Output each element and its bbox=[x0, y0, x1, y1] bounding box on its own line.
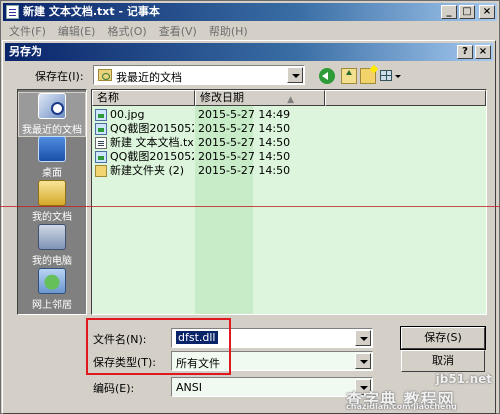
file-date: 2015-5-27 14:50 bbox=[198, 164, 291, 177]
place-label: 我最近的文档 bbox=[22, 125, 82, 136]
file-date: 2015-5-27 14:50 bbox=[198, 122, 291, 135]
menu-format[interactable]: 格式(O) bbox=[107, 23, 146, 39]
file-name: 00.jpg bbox=[110, 108, 145, 121]
place-desktop[interactable]: 桌面 bbox=[18, 136, 86, 179]
file-row[interactable]: QQ截图2015052... 2015-5-27 14:50 bbox=[94, 122, 324, 136]
notepad-title: 新建 文本文档.txt - 记事本 bbox=[23, 5, 160, 18]
place-label: 我的电脑 bbox=[32, 256, 72, 267]
watermark: jb51.net 查字典 教程网 chazidian.com jiaocheng bbox=[346, 372, 496, 412]
place-label: 我的文档 bbox=[32, 212, 72, 223]
minimize-button[interactable]: _ bbox=[441, 5, 457, 19]
chevron-down-icon[interactable] bbox=[355, 330, 371, 346]
my-documents-icon bbox=[38, 180, 66, 206]
image-file-icon bbox=[95, 123, 107, 135]
desktop-icon bbox=[38, 136, 66, 162]
places-bar: 我最近的文档 桌面 我的文档 我的电脑 网上邻居 bbox=[17, 89, 87, 315]
up-folder-icon[interactable] bbox=[341, 68, 357, 84]
watermark-sub: chazidian.com jiaocheng bbox=[346, 402, 457, 411]
filetype-dropdown[interactable]: 所有文件 bbox=[171, 351, 373, 371]
new-folder-icon[interactable] bbox=[360, 68, 376, 84]
file-row[interactable]: QQ截图2015052... 2015-5-27 14:50 bbox=[94, 150, 324, 164]
place-label: 桌面 bbox=[42, 168, 62, 179]
save-in-value: 我最近的文档 bbox=[116, 71, 182, 84]
recent-docs-icon bbox=[38, 93, 66, 119]
folder-icon bbox=[95, 165, 107, 177]
file-name: 新建 文本文档.txt bbox=[110, 136, 194, 149]
back-icon[interactable] bbox=[319, 68, 335, 84]
recent-folder-icon bbox=[98, 69, 112, 81]
save-as-dialog: 另存为 ? × 保存在(I): 我最近的文档 我最近的文档 桌面 我的文档 我的… bbox=[2, 40, 496, 414]
chevron-down-icon[interactable] bbox=[355, 353, 371, 369]
image-file-icon bbox=[95, 151, 107, 163]
file-date: 2015-5-27 14:49 bbox=[198, 108, 291, 121]
image-file-icon bbox=[95, 109, 107, 121]
filename-label: 文件名(N): bbox=[93, 333, 147, 346]
filename-input[interactable]: dfst.dll bbox=[171, 328, 373, 348]
save-in-label: 保存在(I): bbox=[35, 70, 84, 83]
notepad-app-icon bbox=[6, 5, 19, 19]
file-row[interactable]: 新建 文本文档.txt 2015-5-27 14:50 bbox=[94, 136, 324, 150]
chevron-down-icon[interactable] bbox=[287, 67, 303, 83]
close-button[interactable]: × bbox=[479, 5, 495, 19]
encoding-dropdown[interactable]: ANSI bbox=[171, 377, 373, 397]
dialog-close-button[interactable]: × bbox=[475, 45, 491, 59]
annotation-red-line bbox=[0, 206, 500, 207]
save-button[interactable]: 保存(S) bbox=[400, 326, 486, 350]
maximize-button[interactable]: □ bbox=[459, 5, 475, 19]
view-dropdown-icon bbox=[395, 75, 401, 78]
place-network[interactable]: 网上邻居 bbox=[18, 268, 86, 311]
file-list-header: 名称 修改日期 ▲ bbox=[92, 90, 486, 106]
menu-help[interactable]: 帮助(H) bbox=[209, 23, 248, 39]
file-row[interactable]: 00.jpg 2015-5-27 14:49 bbox=[94, 108, 324, 122]
encoding-value: ANSI bbox=[176, 381, 202, 394]
my-computer-icon bbox=[38, 224, 66, 250]
file-list[interactable]: 名称 修改日期 ▲ 00.jpg 2015-5-27 14:49 QQ截图201… bbox=[91, 89, 487, 315]
place-recent-docs[interactable]: 我最近的文档 bbox=[18, 92, 86, 137]
watermark-site: jb51.net bbox=[435, 372, 492, 386]
place-label: 网上邻居 bbox=[32, 300, 72, 311]
notepad-title-bar[interactable]: 新建 文本文档.txt - 记事本 _ □ × bbox=[3, 3, 497, 21]
sort-ascending-icon: ▲ bbox=[287, 95, 294, 105]
column-header-name[interactable]: 名称 bbox=[92, 90, 195, 106]
text-file-icon bbox=[95, 137, 107, 149]
help-button[interactable]: ? bbox=[457, 45, 473, 59]
file-date: 2015-5-27 14:50 bbox=[198, 136, 291, 149]
file-name: QQ截图2015052... bbox=[110, 122, 194, 135]
file-name: 新建文件夹 (2) bbox=[110, 164, 185, 177]
notepad-menu-bar: 文件(F) 编辑(E) 格式(O) 查看(V) 帮助(H) bbox=[3, 22, 497, 40]
file-name: QQ截图2015052... bbox=[110, 150, 194, 163]
save-in-dropdown[interactable]: 我最近的文档 bbox=[93, 65, 305, 85]
view-grid-icon bbox=[380, 70, 392, 81]
column-header-filler bbox=[325, 90, 486, 106]
view-menu-icon[interactable] bbox=[379, 68, 401, 84]
file-row[interactable]: 新建文件夹 (2) 2015-5-27 14:50 bbox=[94, 164, 324, 178]
filename-value: dfst.dll bbox=[176, 331, 218, 344]
file-date: 2015-5-27 14:50 bbox=[198, 150, 291, 163]
menu-edit[interactable]: 编辑(E) bbox=[58, 23, 96, 39]
dialog-title-bar[interactable]: 另存为 ? × bbox=[5, 43, 493, 61]
menu-file[interactable]: 文件(F) bbox=[9, 23, 46, 39]
filetype-value: 所有文件 bbox=[176, 357, 220, 370]
column-header-modified[interactable]: 修改日期 ▲ bbox=[195, 90, 325, 106]
place-my-documents[interactable]: 我的文档 bbox=[18, 180, 86, 223]
menu-view[interactable]: 查看(V) bbox=[159, 23, 197, 39]
column-header-modified-label: 修改日期 bbox=[200, 91, 244, 104]
dialog-title: 另存为 bbox=[9, 45, 42, 58]
network-icon bbox=[38, 268, 66, 294]
place-my-computer[interactable]: 我的电脑 bbox=[18, 224, 86, 267]
cancel-button[interactable]: 取消 bbox=[401, 350, 485, 372]
encoding-label: 编码(E): bbox=[93, 382, 135, 395]
filetype-label: 保存类型(T): bbox=[93, 356, 157, 369]
